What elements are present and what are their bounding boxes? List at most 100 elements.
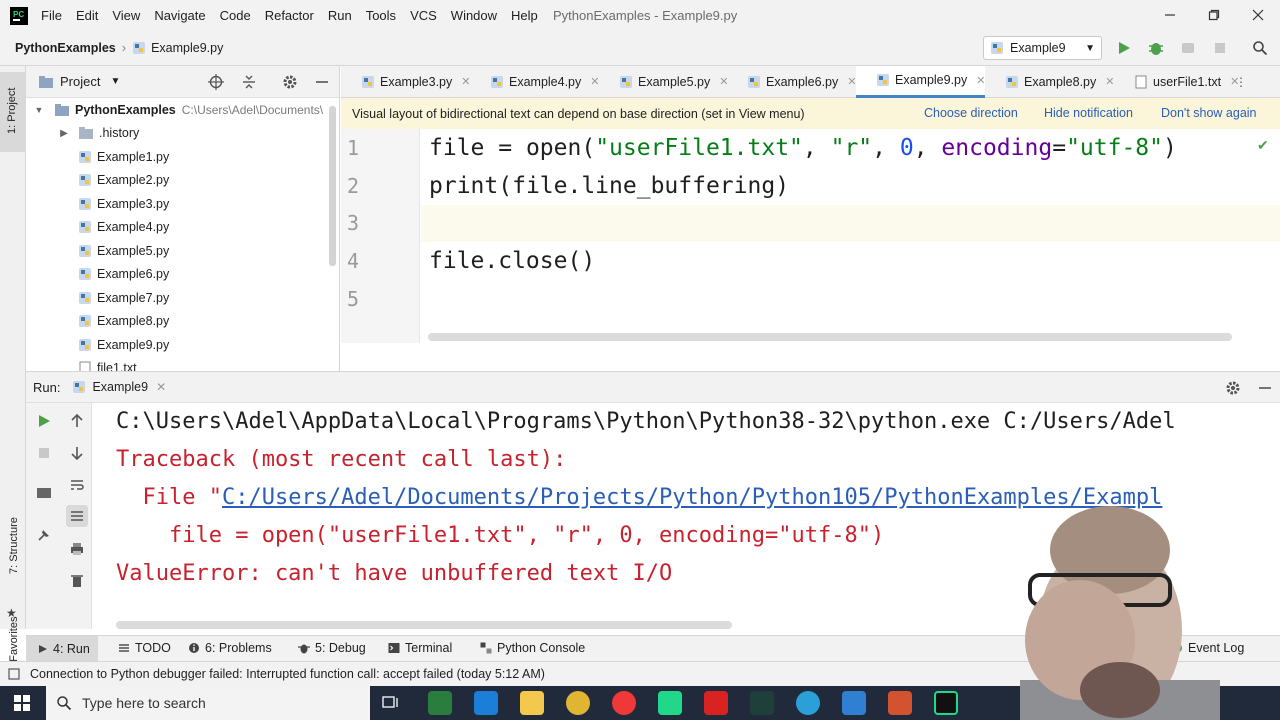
file-explorer-icon[interactable] xyxy=(520,691,544,715)
menu-file[interactable]: File xyxy=(34,8,69,23)
breadcrumb-project[interactable]: PythonExamples xyxy=(15,41,116,55)
chrome-icon[interactable] xyxy=(566,691,590,715)
close-window-icon[interactable] xyxy=(1248,6,1268,24)
menu-view[interactable]: View xyxy=(105,8,147,23)
coverage-icon[interactable] xyxy=(1180,40,1196,56)
editor-tab[interactable]: Example3.py ✕ xyxy=(341,66,470,98)
windows-start-icon[interactable] xyxy=(14,695,30,711)
editor-hscrollbar[interactable] xyxy=(428,333,1232,341)
menu-window[interactable]: Window xyxy=(444,8,504,23)
tree-item[interactable]: Example4.py xyxy=(26,216,339,240)
arrow-down-icon[interactable] xyxy=(69,445,85,461)
tree-item[interactable]: Example9.py xyxy=(26,333,339,357)
tree-item[interactable]: ▶ .history xyxy=(26,122,339,146)
chevron-right-icon[interactable]: ▶ xyxy=(56,128,72,139)
code-line-2[interactable]: print (file.line_buffering) xyxy=(421,167,1280,205)
folder-icon xyxy=(54,103,70,117)
editor-tab[interactable]: userFile1.txt ✕ xyxy=(1114,66,1239,98)
menu-help[interactable]: Help xyxy=(504,8,545,23)
tool-run-button[interactable]: 4: Run xyxy=(26,636,98,662)
run-icon[interactable] xyxy=(1116,40,1132,56)
code-editor[interactable]: file = open("userFile1.txt", "r", 0, enc… xyxy=(421,129,1280,343)
project-scrollbar[interactable] xyxy=(329,106,336,266)
project-tool-button[interactable]: 1: Project xyxy=(0,72,26,152)
debug-icon[interactable] xyxy=(1148,40,1164,56)
tree-item[interactable]: Example7.py xyxy=(26,286,339,310)
arrow-up-icon[interactable] xyxy=(69,413,85,429)
menu-run[interactable]: Run xyxy=(321,8,359,23)
console-hscrollbar[interactable] xyxy=(116,621,732,629)
code-line-1[interactable]: file = open("userFile1.txt", "r", 0, enc… xyxy=(421,129,1280,167)
editor-tab[interactable]: Example5.py ✕ xyxy=(599,66,728,98)
menu-code[interactable]: Code xyxy=(213,8,258,23)
restore-icon[interactable] xyxy=(1204,6,1224,24)
choose-direction-link[interactable]: Choose direction xyxy=(924,106,1018,120)
task-view-icon[interactable] xyxy=(382,695,400,711)
run-tab-label[interactable]: Example9 xyxy=(92,380,148,394)
powerpoint-icon[interactable] xyxy=(888,691,912,715)
editor-tab[interactable]: Example6.py ✕ xyxy=(727,66,856,98)
tool-todo-button[interactable]: TODO xyxy=(118,641,171,655)
vscode-icon[interactable] xyxy=(842,691,866,715)
layout-icon[interactable] xyxy=(36,485,52,501)
tool-problems-button[interactable]: 6: Problems xyxy=(188,641,272,655)
dont-show-again-link[interactable]: Don't show again xyxy=(1161,106,1257,120)
menu-navigate[interactable]: Navigate xyxy=(147,8,212,23)
gear-icon[interactable] xyxy=(282,74,298,90)
code-line-5[interactable] xyxy=(421,280,1280,318)
scroll-to-end-icon[interactable] xyxy=(66,505,88,527)
tree-item[interactable]: Example3.py xyxy=(26,192,339,216)
print-icon[interactable] xyxy=(69,541,85,557)
locate-icon[interactable] xyxy=(208,74,224,90)
chevron-down-icon[interactable]: ▼ xyxy=(110,76,120,87)
chevron-down-icon[interactable]: ▼ xyxy=(32,105,46,115)
stop-icon[interactable] xyxy=(1212,40,1228,56)
close-icon[interactable]: ✕ xyxy=(156,380,166,394)
menu-tools[interactable]: Tools xyxy=(359,8,403,23)
menu-vcs[interactable]: VCS xyxy=(403,8,444,23)
taskbar-search-box[interactable]: Type here to search xyxy=(46,686,370,720)
editor-tab[interactable]: Example4.py ✕ xyxy=(470,66,599,98)
taskbar-app-icon[interactable] xyxy=(428,691,452,715)
tool-debug-button[interactable]: 5: Debug xyxy=(298,641,366,655)
menu-edit[interactable]: Edit xyxy=(69,8,105,23)
soft-wrap-icon[interactable] xyxy=(69,477,85,493)
code-line-4[interactable]: file.close() xyxy=(421,242,1280,280)
tree-item[interactable]: Example2.py xyxy=(26,169,339,193)
tree-item[interactable]: Example1.py xyxy=(26,145,339,169)
mail-icon[interactable] xyxy=(474,691,498,715)
close-icon[interactable]: ✕ xyxy=(1230,75,1239,88)
tree-item[interactable]: file1.txt xyxy=(26,357,339,371)
collapse-all-icon[interactable] xyxy=(241,74,257,90)
code-line-3[interactable] xyxy=(421,204,1280,243)
vivaldi-icon[interactable] xyxy=(612,691,636,715)
hide-panel-icon[interactable] xyxy=(1257,380,1273,396)
run-config-selector[interactable]: Example9 ▼ xyxy=(983,36,1102,60)
trash-icon[interactable] xyxy=(69,573,85,589)
tree-item[interactable]: Example5.py xyxy=(26,239,339,263)
tool-terminal-button[interactable]: Terminal xyxy=(388,641,452,655)
tool-python-console-button[interactable]: Python Console xyxy=(480,641,585,655)
edge-icon[interactable] xyxy=(796,691,820,715)
hide-panel-icon[interactable] xyxy=(314,74,330,90)
menu-refactor[interactable]: Refactor xyxy=(258,8,321,23)
acrobat-icon[interactable] xyxy=(704,691,728,715)
pycharm-running-icon[interactable] xyxy=(934,691,958,715)
editor-tab[interactable]: Example8.py ✕ xyxy=(985,66,1114,98)
window-toggle-icon[interactable] xyxy=(8,668,20,680)
breadcrumb-file[interactable]: Example9.py xyxy=(151,41,223,55)
tree-root[interactable]: ▼ PythonExamples C:\Users\Adel\Documents… xyxy=(26,98,339,122)
tree-item[interactable]: Example8.py xyxy=(26,310,339,334)
pin-icon[interactable] xyxy=(36,527,52,543)
pycharm-app-icon[interactable] xyxy=(658,691,682,715)
audition-icon[interactable] xyxy=(750,691,774,715)
editor-tab[interactable]: Example9.py ✕ xyxy=(856,65,985,98)
gear-icon[interactable] xyxy=(1225,380,1241,396)
search-icon[interactable] xyxy=(1252,40,1268,56)
hide-notification-link[interactable]: Hide notification xyxy=(1044,106,1133,120)
stop-icon[interactable] xyxy=(36,445,52,461)
project-panel-title[interactable]: Project xyxy=(60,74,100,89)
rerun-icon[interactable] xyxy=(36,413,52,429)
tree-item[interactable]: Example6.py xyxy=(26,263,339,287)
minimize-icon[interactable] xyxy=(1160,6,1180,24)
